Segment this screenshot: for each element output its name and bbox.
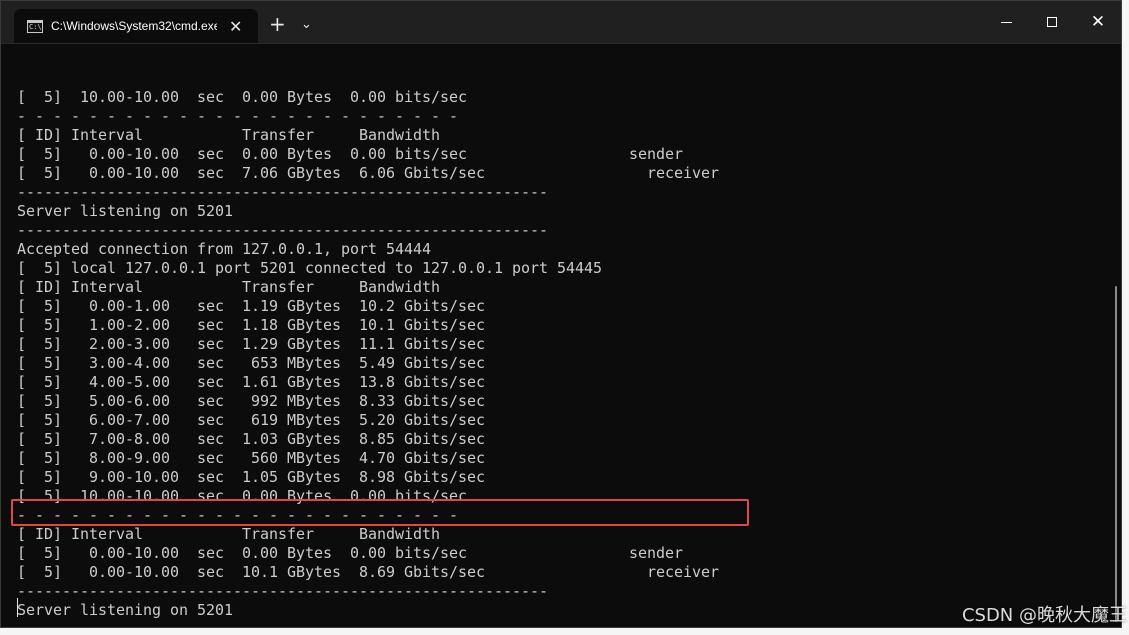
minimize-icon	[1000, 21, 1012, 23]
close-icon: ✕	[1090, 12, 1106, 32]
console-line: [ 5] 2.00-3.00 sec 1.29 GBytes 11.1 Gbit…	[17, 335, 486, 353]
window-controls: ✕	[983, 1, 1121, 43]
scrollbar-thumb[interactable]	[1115, 286, 1117, 622]
console-line: ----------------------------------------…	[17, 183, 549, 201]
console-line: [ 5] 7.00-8.00 sec 1.03 GBytes 8.85 Gbit…	[17, 430, 486, 448]
console-line: [ 5] 1.00-2.00 sec 1.18 GBytes 10.1 Gbit…	[17, 316, 486, 334]
tab-cmd[interactable]: C:\ C:\Windows\System32\cmd.exe ✕	[14, 9, 258, 43]
new-tab-button[interactable]: +	[269, 13, 286, 35]
console-line: [ 5] 0.00-10.00 sec 10.1 GBytes 8.69 Gbi…	[17, 563, 720, 581]
close-button[interactable]: ✕	[1075, 1, 1121, 43]
cmd-icon: C:\	[27, 19, 43, 33]
title-bar[interactable]: C:\ C:\Windows\System32\cmd.exe ✕ + ⌄ ✕	[1, 1, 1121, 44]
tab-close-icon[interactable]: ✕	[229, 17, 242, 36]
console-line: ----------------------------------------…	[17, 221, 549, 239]
tab-dropdown-button[interactable]: ⌄	[301, 14, 312, 36]
console-line: Server listening on 5201	[17, 601, 234, 619]
console-line: ----------------------------------------…	[17, 620, 1107, 627]
console-line: [ 5] 0.00-1.00 sec 1.19 GBytes 10.2 Gbit…	[17, 297, 486, 315]
text-cursor	[17, 598, 18, 617]
console-line: [ ID] Interval Transfer Bandwidth	[17, 525, 441, 543]
maximize-button[interactable]	[1029, 1, 1075, 43]
console-line: [ 5] 6.00-7.00 sec 619 MBytes 5.20 Gbits…	[17, 411, 486, 429]
console-line: [ 5] 0.00-10.00 sec 0.00 Bytes 0.00 bits…	[17, 544, 684, 562]
console-line: [ 5] 9.00-10.00 sec 1.05 GBytes 8.98 Gbi…	[17, 468, 486, 486]
console-line: [ 5] 0.00-10.00 sec 7.06 GBytes 6.06 Gbi…	[17, 164, 720, 182]
console-line: [ 5] 10.00-10.00 sec 0.00 Bytes 0.00 bit…	[17, 88, 468, 106]
console-line: Accepted connection from 127.0.0.1, port…	[17, 240, 432, 258]
console-line: [ 5] 3.00-4.00 sec 653 MBytes 5.49 Gbits…	[17, 354, 486, 372]
background-window-edge	[1122, 0, 1129, 635]
console-line: [ 5] 8.00-9.00 sec 560 MBytes 4.70 Gbits…	[17, 449, 486, 467]
highlight-annotation	[11, 499, 749, 526]
console-output[interactable]: [ 5] 10.00-10.00 sec 0.00 Bytes 0.00 bit…	[17, 50, 1107, 627]
watermark: CSDN @晚秋大魔王	[961, 605, 1127, 626]
tab-title: C:\Windows\System32\cmd.exe	[51, 19, 217, 33]
console-line: - - - - - - - - - - - - - - - - - - - - …	[17, 107, 459, 125]
console-line: Server listening on 5201	[17, 202, 234, 220]
console-line: [ ID] Interval Transfer Bandwidth	[17, 126, 441, 144]
minimize-button[interactable]	[983, 1, 1029, 43]
console-line: ----------------------------------------…	[17, 582, 549, 600]
console-line: [ ID] Interval Transfer Bandwidth	[17, 278, 441, 296]
console-line: [ 5] local 127.0.0.1 port 5201 connected…	[17, 259, 603, 277]
console-line: [ 5] 5.00-6.00 sec 992 MBytes 8.33 Gbits…	[17, 392, 486, 410]
terminal-window: C:\ C:\Windows\System32\cmd.exe ✕ + ⌄ ✕ …	[0, 0, 1122, 628]
console-line: [ 5] 0.00-10.00 sec 0.00 Bytes 0.00 bits…	[17, 145, 684, 163]
background-window-bottom	[0, 628, 1129, 635]
maximize-icon	[1047, 17, 1057, 27]
console-line: [ 5] 4.00-5.00 sec 1.61 GBytes 13.8 Gbit…	[17, 373, 486, 391]
